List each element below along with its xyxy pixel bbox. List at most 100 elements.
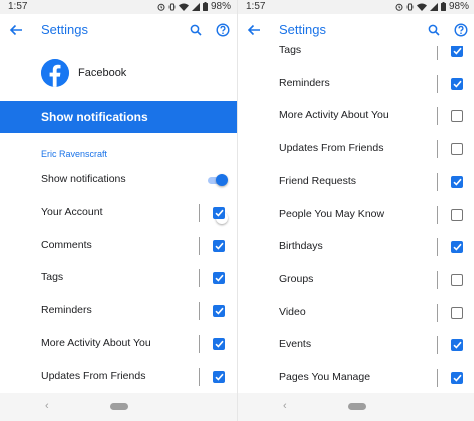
notification-checkbox[interactable] [213,305,225,318]
search-button[interactable] [424,20,444,40]
notification-checkbox[interactable] [451,306,463,319]
help-button[interactable] [451,20,471,40]
notification-checkbox[interactable] [451,143,463,156]
notification-checkbox[interactable] [451,372,463,384]
row-label: Updates From Friends [279,142,384,155]
back-button[interactable] [244,20,264,40]
notification-row[interactable]: Updates From Friends [238,134,474,164]
notification-row[interactable]: Comments [0,231,237,261]
row-divider [199,334,200,353]
notification-checkbox[interactable] [213,370,225,383]
nav-home-icon[interactable] [348,403,366,410]
page-title: Settings [279,22,326,37]
notification-row[interactable]: Events [238,330,474,360]
status-bar: 1:57 98% [0,0,237,14]
checkmark-icon [452,374,462,382]
search-button[interactable] [186,20,206,40]
app-bar: Settings [0,14,237,46]
notification-row[interactable]: People You May Know [238,200,474,230]
nav-back-icon[interactable]: ‹ [283,400,287,412]
row-label: Birthdays [279,240,323,253]
checkmark-icon [214,307,224,315]
notification-checkbox[interactable] [451,241,463,254]
row-label: Groups [279,272,314,285]
row-divider [437,369,438,387]
notification-row[interactable]: Reminders [238,69,474,99]
nav-home-icon[interactable] [110,403,128,410]
notification-row[interactable]: Groups [238,265,474,295]
notification-checkbox[interactable] [451,208,463,221]
row-label: Video [279,305,306,318]
row-label: Reminders [41,304,92,317]
alarm-icon [157,3,165,11]
toggle-thumb [216,174,228,186]
nav-back-icon[interactable]: ‹ [45,400,49,412]
row-label: More Activity About You [41,336,151,349]
back-button[interactable] [6,20,26,40]
search-icon [428,24,440,36]
notification-checkbox[interactable] [451,175,463,188]
notification-row[interactable]: Tags [0,263,237,293]
help-icon [454,23,468,37]
row-divider [199,302,200,321]
app-name: Facebook [78,67,127,79]
row-divider [437,205,438,224]
row-divider [199,204,200,222]
status-time: 1:57 [8,1,28,12]
notification-checkbox[interactable] [213,239,225,252]
notification-row[interactable]: Birthdays [238,232,474,262]
row-divider [199,269,200,288]
wifi-icon [416,3,427,11]
notification-row[interactable]: Friend Requests [238,167,474,197]
notification-row[interactable]: More Activity About You [0,329,237,359]
notification-checkbox[interactable] [213,272,225,285]
back-arrow-icon [9,24,22,36]
notification-row[interactable]: Updates From Friends [0,362,237,392]
battery-icon [202,2,208,11]
notification-checkbox[interactable] [451,45,463,57]
wifi-icon [178,3,189,11]
vibrate-icon [168,3,176,10]
notification-checkbox[interactable] [451,77,463,90]
row-label: Your Account [41,206,103,218]
checkmark-icon [452,243,462,251]
status-icons: 98% [395,1,469,12]
checkmark-icon [214,209,224,217]
row-label: Tags [41,271,64,284]
show-notifications-toggle[interactable] [208,174,228,186]
notification-checkbox[interactable] [451,339,463,352]
back-arrow-icon [247,24,260,36]
app-header: Facebook [0,54,237,94]
notification-checkbox[interactable] [451,273,463,286]
vibrate-icon [406,3,414,10]
notification-row[interactable]: More Activity About You [238,101,474,131]
notification-checkbox[interactable] [213,337,225,350]
show-notifications-row[interactable]: Show notifications [0,165,237,195]
alarm-icon [395,3,403,11]
notification-row[interactable]: Your Account [0,198,237,228]
left-screen: 1:57 98% Settings Facebook Show notifica… [0,0,237,421]
row-divider [437,74,438,93]
checkmark-icon [214,373,224,381]
help-icon [216,23,230,37]
signal-icon [191,2,200,11]
checkmark-icon [214,242,224,250]
checkmark-icon [452,47,462,55]
notification-checkbox[interactable] [451,110,463,123]
row-label: Friend Requests [279,174,357,187]
status-time: 1:57 [246,1,266,12]
notification-row[interactable]: Pages You Manage [238,363,474,393]
row-label: More Activity About You [279,109,389,122]
help-button[interactable] [213,20,233,40]
row-divider [437,336,438,355]
row-divider [437,140,438,159]
account-name: Eric Ravenscraft [41,149,108,159]
notification-row[interactable]: Video [238,298,474,328]
notification-checkbox[interactable] [213,207,225,219]
navigation-bar: ‹ [0,393,237,421]
notification-row[interactable]: Reminders [0,296,237,326]
battery-level: 98% [448,1,469,12]
row-label: Show notifications [41,173,126,185]
row-label: Comments [41,238,92,251]
master-notifications-banner[interactable]: Show notifications [0,101,237,224]
